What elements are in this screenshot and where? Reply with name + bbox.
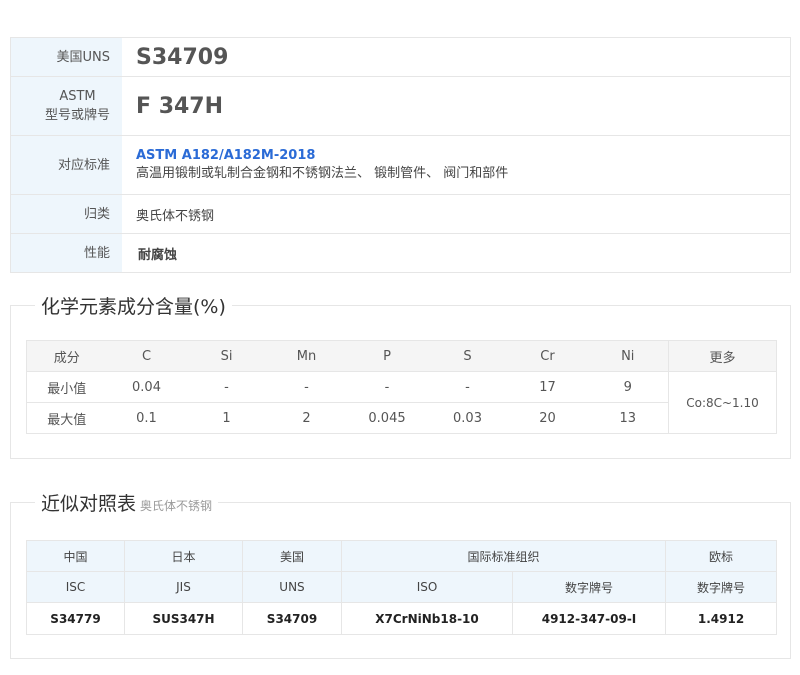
comp-sub-header: 数字牌号 — [511, 571, 667, 603]
chem-cell: 9 — [587, 371, 669, 403]
comp-cell: X7CrNiNb18-10 — [341, 602, 513, 635]
performance-row: 性能 耐腐蚀 — [11, 234, 790, 272]
chem-row-label: 最大值 — [26, 402, 107, 434]
chem-max-row: 最大值 0.1 1 2 0.045 0.03 20 13 — [26, 402, 777, 434]
astm-value: F 347H — [136, 93, 224, 119]
comp-group-header: 美国 — [242, 540, 342, 572]
comp-sub-header-row: ISC JIS UNS ISO 数字牌号 数字牌号 — [26, 571, 778, 603]
chem-cell: 17 — [507, 371, 588, 403]
astm-label: ASTM 型号或牌号 — [11, 77, 122, 135]
material-info-table: 美国UNS S34709 ASTM 型号或牌号 F 347H 对应标准 ASTM… — [10, 37, 791, 273]
chem-cell: - — [427, 371, 508, 403]
chem-header: 成分 — [26, 340, 107, 372]
classification-value: 奥氏体不锈钢 — [136, 208, 215, 224]
chem-min-row: 最小值 0.04 - - - - 17 9 Co:8C~1.10 — [26, 371, 777, 434]
classification-row: 归类 奥氏体不锈钢 — [11, 195, 790, 234]
chem-header-row: 成分 C Si Mn P S Cr Ni 更多 — [26, 340, 777, 372]
performance-label: 性能 — [11, 234, 122, 272]
astm-label-line2: 型号或牌号 — [44, 108, 110, 123]
chem-cell: - — [346, 371, 428, 403]
chem-header: C — [106, 340, 187, 372]
comp-sub-header: UNS — [242, 571, 342, 603]
chem-cell: 1 — [186, 402, 267, 434]
chem-header-more: 更多 — [668, 340, 777, 372]
chemical-composition-table: 成分 C Si Mn P S Cr Ni 更多 最小值 0.04 - - - -… — [26, 340, 777, 434]
chem-cell: - — [186, 371, 267, 403]
standard-row: 对应标准 ASTM A182/A182M-2018 高温用锻制或轧制合金钢和不锈… — [11, 136, 790, 195]
standard-description: 高温用锻制或轧制合金钢和不锈钢法兰、 锻制管件、 阀门和部件 — [136, 166, 509, 181]
comp-sub-header: ISO — [341, 571, 513, 603]
astm-row: ASTM 型号或牌号 F 347H — [11, 77, 790, 136]
uns-label: 美国UNS — [11, 38, 122, 76]
uns-row: 美国UNS S34709 — [11, 38, 790, 77]
comp-sub-header: ISC — [26, 571, 125, 603]
comp-group-header: 欧标 — [665, 540, 778, 572]
comp-group-header-row: 中国 日本 美国 国际标准组织 欧标 — [26, 540, 778, 572]
classification-label: 归类 — [11, 195, 122, 233]
chem-header: P — [346, 340, 428, 372]
chem-header: Ni — [587, 340, 669, 372]
chem-more-value: Co:8C~1.10 — [668, 371, 777, 434]
comp-cell: 1.4912 — [665, 602, 778, 635]
chem-header: S — [427, 340, 508, 372]
comparison-title-text: 近似对照表 — [41, 493, 137, 515]
comp-group-header: 中国 — [26, 540, 125, 572]
chem-cell: 2 — [266, 402, 347, 434]
comp-cell: 4912-347-09-I — [511, 602, 667, 635]
comp-group-header: 日本 — [124, 540, 243, 572]
astm-label-line1: ASTM — [59, 89, 96, 104]
uns-value: S34709 — [136, 44, 229, 70]
chem-cell: 0.1 — [106, 402, 187, 434]
chem-header: Si — [186, 340, 267, 372]
comparison-subtitle: 奥氏体不锈钢 — [140, 499, 213, 513]
comp-cell: S34709 — [242, 602, 342, 635]
comparison-table: 中国 日本 美国 国际标准组织 欧标 ISC JIS UNS ISO 数字牌号 … — [26, 540, 778, 635]
chem-cell: 0.04 — [106, 371, 187, 403]
chem-row-label: 最小值 — [26, 371, 107, 403]
comp-group-header: 国际标准组织 — [340, 540, 667, 572]
comparison-section: 近似对照表 奥氏体不锈钢 中国 日本 美国 国际标准组织 欧标 ISC JIS U… — [10, 489, 791, 659]
performance-value: 耐腐蚀 — [138, 247, 178, 263]
chem-header: Mn — [266, 340, 347, 372]
chem-cell: 0.045 — [346, 402, 428, 434]
comparison-title: 近似对照表 奥氏体不锈钢 — [35, 489, 219, 516]
standard-link[interactable]: ASTM A182/A182M-2018 — [136, 147, 790, 165]
comp-cell: S34779 — [26, 602, 125, 635]
comp-sub-header: 数字牌号 — [665, 571, 778, 603]
chem-header: Cr — [507, 340, 588, 372]
comp-cell: SUS347H — [124, 602, 243, 635]
chem-cell: 13 — [587, 402, 669, 434]
comp-data-row: S34779 SUS347H S34709 X7CrNiNb18-10 4912… — [26, 602, 778, 635]
chem-cell: 0.03 — [427, 402, 508, 434]
chemical-composition-section: 化学元素成分含量(%) 成分 C Si Mn P S Cr Ni 更多 最小值 … — [10, 292, 791, 459]
chem-cell: - — [266, 371, 347, 403]
comp-sub-header: JIS — [124, 571, 243, 603]
standard-label: 对应标准 — [11, 136, 122, 194]
chem-cell: 20 — [507, 402, 588, 434]
chemical-composition-title: 化学元素成分含量(%) — [35, 292, 232, 319]
